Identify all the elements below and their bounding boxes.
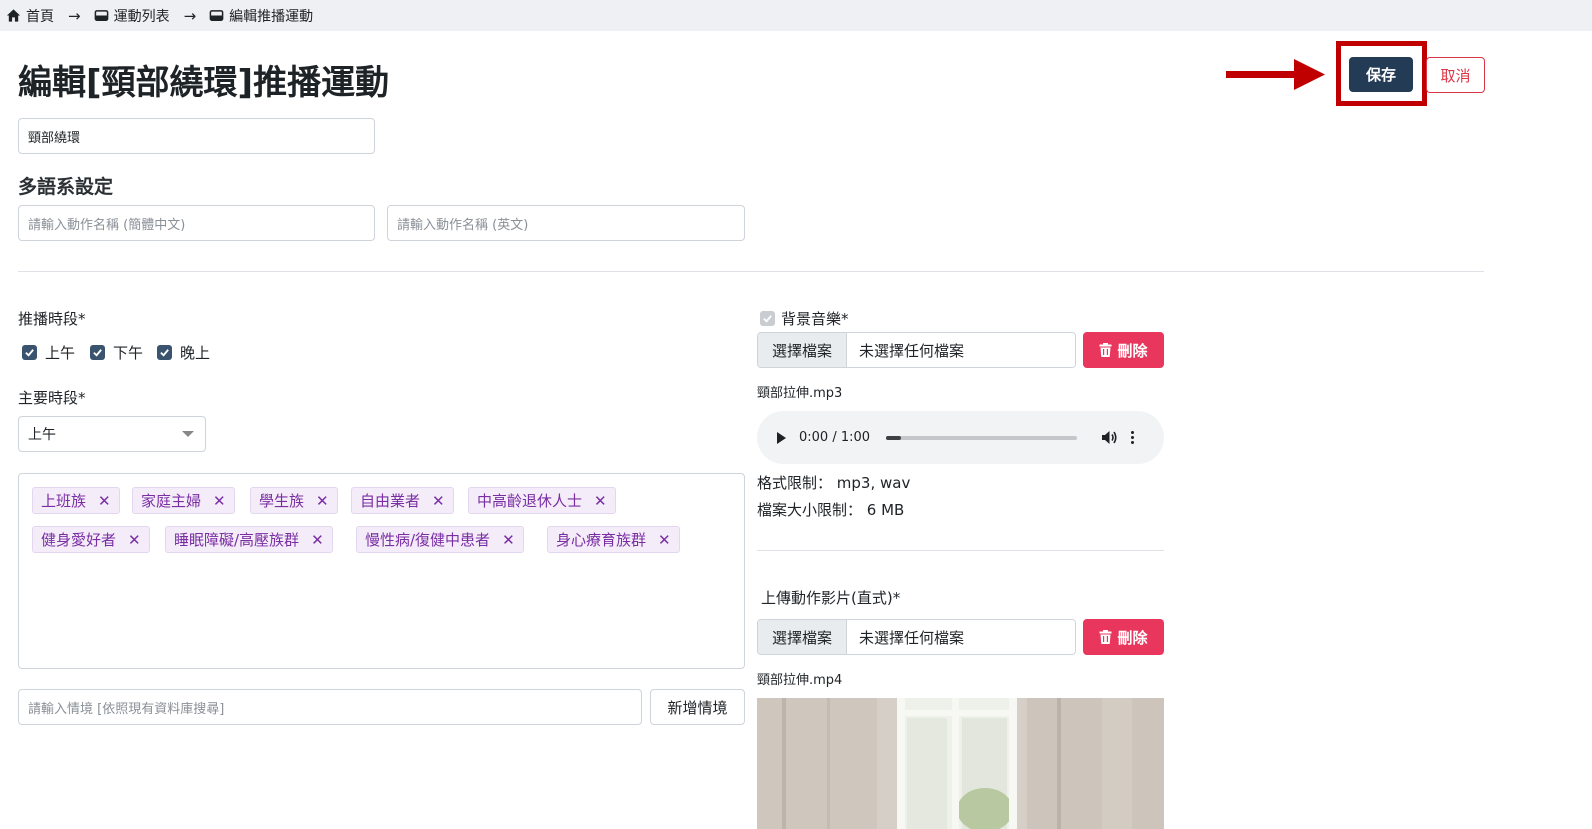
remove-tag-icon[interactable]: ✕ (311, 531, 324, 549)
select-value: 上午 (28, 427, 56, 443)
exercise-name-input[interactable]: 頸部繞環 (18, 118, 375, 154)
choose-file-button[interactable]: 選擇檔案 (758, 620, 847, 654)
trash-icon (1099, 343, 1112, 357)
video-upload-label: 上傳動作影片(直式)* (761, 589, 901, 607)
add-scenario-button[interactable]: 新增情境 (650, 689, 745, 725)
checkbox-label: 下午 (113, 344, 144, 362)
scenario-tag: 上班族 ✕ (32, 487, 120, 514)
bg-music-file-input[interactable]: 選擇檔案 未選擇任何檔案 (757, 332, 1076, 368)
video-frame-image (757, 698, 1164, 829)
tag-label: 上班族 (41, 492, 87, 510)
main-period-label: 主要時段* (18, 389, 86, 407)
scenario-tag: 自由業者 ✕ (351, 487, 454, 514)
scenario-tag: 中高齡退休人士 ✕ (468, 487, 616, 514)
audio-time: 0:00 / 1:00 (799, 430, 871, 445)
tag-label: 慢性病/復健中患者 (365, 531, 491, 549)
tag-label: 健身愛好者 (41, 531, 117, 549)
checkbox-checked-icon (22, 345, 37, 360)
audio-progress-bar[interactable] (886, 435, 1078, 440)
tag-label: 身心療育族群 (556, 531, 647, 549)
remove-tag-icon[interactable]: ✕ (502, 531, 515, 549)
remove-tag-icon[interactable]: ✕ (432, 492, 445, 510)
remove-tag-icon[interactable]: ✕ (658, 531, 671, 549)
remove-tag-icon[interactable]: ✕ (316, 492, 329, 510)
checkbox-checked-icon (90, 345, 105, 360)
no-file-text: 未選擇任何檔案 (847, 620, 1075, 654)
tag-label: 睡眠障礙/高壓族群 (174, 531, 300, 549)
music-filename: 頸部拉伸.mp3 (757, 386, 843, 401)
no-file-text: 未選擇任何檔案 (847, 333, 1075, 367)
breadcrumb-home[interactable]: 首頁 (6, 6, 54, 26)
remove-tag-icon[interactable]: ✕ (594, 492, 607, 510)
play-icon[interactable] (777, 431, 786, 444)
scenario-tag: 身心療育族群 ✕ (547, 526, 680, 553)
scenario-tag: 睡眠障礙/高壓族群 ✕ (165, 526, 333, 553)
save-button[interactable]: 保存 (1349, 57, 1413, 92)
volume-icon[interactable] (1101, 430, 1118, 445)
section-divider (757, 550, 1164, 551)
scenario-tag: 健身愛好者 ✕ (32, 526, 150, 553)
bg-music-checkbox: 背景音樂* (760, 308, 849, 329)
remove-tag-icon[interactable]: ✕ (213, 492, 226, 510)
tag-label: 自由業者 (360, 492, 421, 510)
arrow-right-icon: → (68, 6, 81, 25)
remove-tag-icon[interactable]: ✕ (98, 492, 111, 510)
scenario-tag: 慢性病/復健中患者 ✕ (356, 526, 524, 553)
audio-player: 0:00 / 1:00 (757, 411, 1164, 464)
tag-label: 家庭主婦 (141, 492, 202, 510)
section-divider (18, 271, 1484, 272)
arrow-right-icon: → (183, 6, 197, 25)
name-en-input[interactable]: 請輸入動作名稱 (英文) (387, 205, 745, 241)
breadcrumb: 首頁 → 運動列表 → 編輯推播運動 (0, 0, 1592, 31)
checkbox-checked-icon (157, 345, 172, 360)
checkbox-checked-icon (760, 311, 775, 326)
checkbox-label: 晚上 (180, 344, 211, 362)
remove-tag-icon[interactable]: ✕ (128, 531, 141, 549)
breadcrumb-label: 編輯推播運動 (229, 8, 314, 25)
scenario-tag: 家庭主婦 ✕ (132, 487, 235, 514)
scenario-tag-box[interactable]: 上班族 ✕ 家庭主婦 ✕ 學生族 ✕ 自由業者 ✕ 中高齡退休人士 ✕ 健身愛好者 ✕ 睡眠… (18, 473, 745, 669)
delete-label: 刪除 (1117, 341, 1148, 360)
checkbox-afternoon[interactable]: 下午 (90, 342, 143, 363)
tag-label: 中高齡退休人士 (477, 492, 583, 510)
multilang-heading: 多語系設定 (18, 176, 114, 198)
home-icon (6, 9, 21, 22)
scenario-tag: 學生族 ✕ (250, 487, 338, 514)
breadcrumb-label: 首頁 (26, 8, 54, 25)
scenario-search-input[interactable]: 請輸入情境 [依照現有資料庫搜尋] (18, 689, 642, 725)
checkbox-evening[interactable]: 晚上 (157, 342, 210, 363)
name-zh-cn-input[interactable]: 請輸入動作名稱 (簡體中文) (18, 205, 375, 241)
breadcrumb-label: 運動列表 (113, 8, 170, 25)
inbox-icon (209, 10, 224, 21)
delete-video-button[interactable]: 刪除 (1083, 619, 1164, 655)
audio-progress-fill (886, 435, 902, 440)
choose-file-button[interactable]: 選擇檔案 (758, 333, 847, 367)
trash-icon (1099, 630, 1112, 644)
more-options-icon[interactable] (1131, 431, 1135, 444)
checkbox-label: 上午 (45, 344, 76, 362)
format-limit: 格式限制： mp3, wav (757, 474, 911, 492)
breadcrumb-edit-push: 編輯推播運動 (209, 6, 313, 26)
annotation-arrow-icon (1226, 59, 1325, 90)
delete-label: 刪除 (1117, 628, 1148, 647)
tag-label: 學生族 (259, 492, 305, 510)
checkbox-morning[interactable]: 上午 (22, 342, 75, 363)
video-file-input[interactable]: 選擇檔案 未選擇任何檔案 (757, 619, 1076, 655)
main-period-select[interactable]: 上午 (18, 416, 206, 452)
breadcrumb-exercise-list[interactable]: 運動列表 (94, 6, 170, 26)
inbox-icon (94, 10, 108, 21)
push-period-label: 推播時段* (18, 310, 86, 328)
bg-music-label: 背景音樂* (781, 310, 849, 328)
video-preview[interactable] (757, 698, 1164, 829)
video-filename: 頸部拉伸.mp4 (757, 673, 843, 688)
size-limit: 檔案大小限制： 6 MB (757, 501, 905, 519)
cancel-button[interactable]: 取消 (1426, 57, 1485, 93)
chevron-down-icon (182, 431, 194, 437)
delete-music-button[interactable]: 刪除 (1083, 332, 1164, 368)
page-title: 編輯[頸部繞環]推播運動 (18, 63, 390, 103)
